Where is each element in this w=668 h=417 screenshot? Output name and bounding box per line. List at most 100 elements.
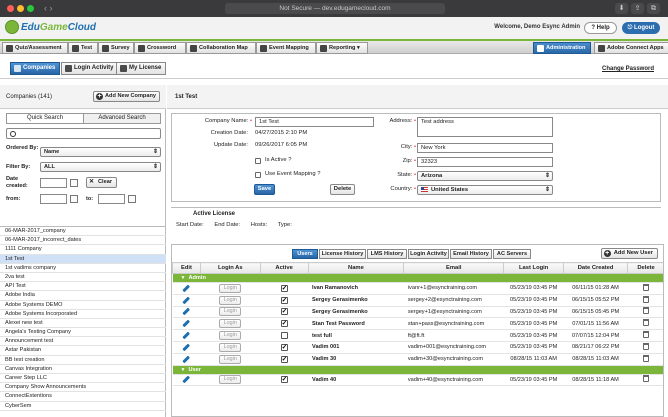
date-from-input[interactable] [40, 178, 67, 188]
download-icon[interactable]: ⬇ [615, 3, 628, 14]
add-user-button[interactable]: Add New User [600, 248, 658, 259]
list-item[interactable]: 2va test [0, 273, 166, 283]
list-item[interactable]: 06-MAR-2017_incorrect_dates [0, 236, 166, 246]
list-item[interactable]: Astar Pakistan [0, 346, 166, 356]
country-select[interactable]: United States [417, 185, 553, 195]
menu-survey[interactable]: Survey [98, 42, 134, 54]
filter-by-select[interactable]: ALL [40, 162, 161, 172]
list-item[interactable]: Adobe Systems DEMO [0, 301, 166, 310]
list-item[interactable]: Adobe Systems Incorporated [0, 310, 166, 319]
menu-event-mapping[interactable]: Event Mapping [256, 42, 316, 54]
tab-users[interactable]: Users [292, 249, 318, 259]
list-item[interactable]: 1111 Company [0, 245, 166, 255]
calendar-icon[interactable] [128, 195, 136, 203]
list-item[interactable]: 06-MAR-2017_company [0, 227, 166, 237]
list-item[interactable]: BB test creation [0, 356, 166, 365]
col-email[interactable]: Email [403, 262, 505, 274]
tab-email-history[interactable]: Email History [450, 249, 492, 259]
address-bar[interactable]: Not Secure — dev.edugamecloud.com [225, 3, 445, 14]
list-item[interactable]: Announcement test [0, 337, 166, 347]
delete-company-button[interactable]: Delete [330, 184, 355, 195]
menu-reporting[interactable]: Reporting ▾ [316, 42, 368, 54]
login-as-button[interactable]: Login [219, 375, 242, 385]
share-icon[interactable]: ⇪ [631, 3, 644, 14]
collapse-arrow-icon[interactable]: ▼ [181, 275, 186, 281]
tab-lms-history[interactable]: LMS History [367, 249, 407, 259]
tab-advanced-search[interactable]: Advanced Search [84, 114, 160, 123]
col-date-created[interactable]: Date Created [563, 262, 629, 274]
trash-icon[interactable] [643, 307, 650, 315]
back-forward-icon[interactable]: ‹ › [44, 3, 53, 13]
tab-my-license[interactable]: My License [116, 62, 167, 75]
col-active[interactable]: Active [259, 262, 309, 274]
date-to-field[interactable] [98, 194, 125, 204]
zip-input[interactable]: 32323 [417, 157, 553, 167]
tab-companies[interactable]: Companies [10, 62, 61, 75]
tab-login-activity-users[interactable]: Login Activity [408, 249, 449, 259]
address-input[interactable]: Test address [417, 117, 553, 137]
list-item[interactable]: 1st Test [0, 254, 166, 264]
menu-crossword[interactable]: Crossword [134, 42, 186, 54]
collapse-arrow-icon[interactable]: ▼ [181, 367, 186, 373]
calendar-icon[interactable] [70, 179, 78, 187]
trash-icon[interactable] [643, 283, 650, 291]
trash-icon[interactable] [643, 319, 650, 327]
list-item[interactable]: Adobe India [0, 291, 166, 301]
is-active-checkbox[interactable] [255, 158, 261, 164]
tabs-overview-icon[interactable]: ⧉ [647, 3, 660, 14]
list-item[interactable]: Career Step LLC [0, 374, 166, 384]
clear-filter-button[interactable]: Clear [86, 177, 117, 188]
tab-quick-search[interactable]: Quick Search [7, 114, 84, 123]
active-checkbox[interactable] [280, 375, 288, 384]
login-as-button[interactable]: Login [219, 295, 242, 305]
list-item[interactable]: API Test [0, 282, 166, 292]
list-item[interactable]: 1st vadims company [0, 264, 166, 273]
state-select[interactable]: Arizona [417, 171, 553, 181]
close-window-button[interactable] [7, 5, 14, 12]
edit-pencil-icon[interactable] [182, 331, 191, 340]
list-item[interactable]: ConnectExtentions [0, 392, 166, 402]
trash-icon[interactable] [643, 342, 650, 350]
help-button[interactable]: ? Help [584, 22, 617, 34]
add-company-button[interactable]: Add New Company [93, 91, 160, 102]
active-checkbox[interactable] [280, 343, 288, 351]
menu-quiz-assessment[interactable]: Quiz/Assessment [2, 42, 68, 54]
login-as-button[interactable]: Login [219, 283, 242, 293]
list-item[interactable]: Alexei new test [0, 319, 166, 329]
group-row[interactable]: ▼ Admin [172, 273, 663, 283]
col-edit[interactable]: Edit [172, 262, 201, 274]
login-as-button[interactable]: Login [219, 331, 242, 341]
event-mapping-checkbox[interactable] [255, 172, 261, 178]
save-button[interactable]: Save [254, 184, 275, 195]
date-from-field[interactable] [40, 194, 67, 204]
minimize-window-button[interactable] [17, 5, 24, 12]
menu-test[interactable]: Test [68, 42, 98, 54]
list-item[interactable]: CyberSem [0, 402, 166, 411]
logout-button[interactable]: ⎋ Logout [622, 22, 660, 34]
trash-icon[interactable] [643, 295, 650, 303]
active-checkbox[interactable] [280, 307, 288, 316]
list-item[interactable]: Canvas Integration [0, 365, 166, 374]
col-login-as[interactable]: Login As [199, 262, 261, 274]
active-checkbox[interactable] [280, 355, 288, 363]
login-as-button[interactable]: Login [219, 319, 242, 329]
edit-pencil-icon[interactable] [182, 355, 191, 363]
list-item[interactable]: Company Show Announcements [0, 383, 166, 393]
edit-pencil-icon[interactable] [182, 319, 191, 328]
active-checkbox[interactable] [280, 332, 288, 340]
trash-icon[interactable] [643, 331, 650, 339]
col-delete[interactable]: Delete [627, 262, 663, 274]
company-name-input[interactable]: 1st Test [255, 117, 374, 127]
col-name[interactable]: Name [307, 262, 405, 274]
login-as-button[interactable]: Login [219, 354, 242, 364]
calendar-icon[interactable] [70, 195, 78, 203]
edit-pencil-icon[interactable] [182, 284, 191, 292]
trash-icon[interactable] [643, 354, 650, 362]
group-row[interactable]: ▼ User [172, 365, 663, 375]
ordered-by-select[interactable]: Name [40, 147, 161, 157]
change-password-link[interactable]: Change Password [602, 66, 654, 72]
administration-button[interactable]: Administration [533, 42, 592, 54]
city-input[interactable]: New York [417, 143, 553, 153]
edit-pencil-icon[interactable] [182, 376, 191, 384]
edit-pencil-icon[interactable] [182, 296, 191, 304]
